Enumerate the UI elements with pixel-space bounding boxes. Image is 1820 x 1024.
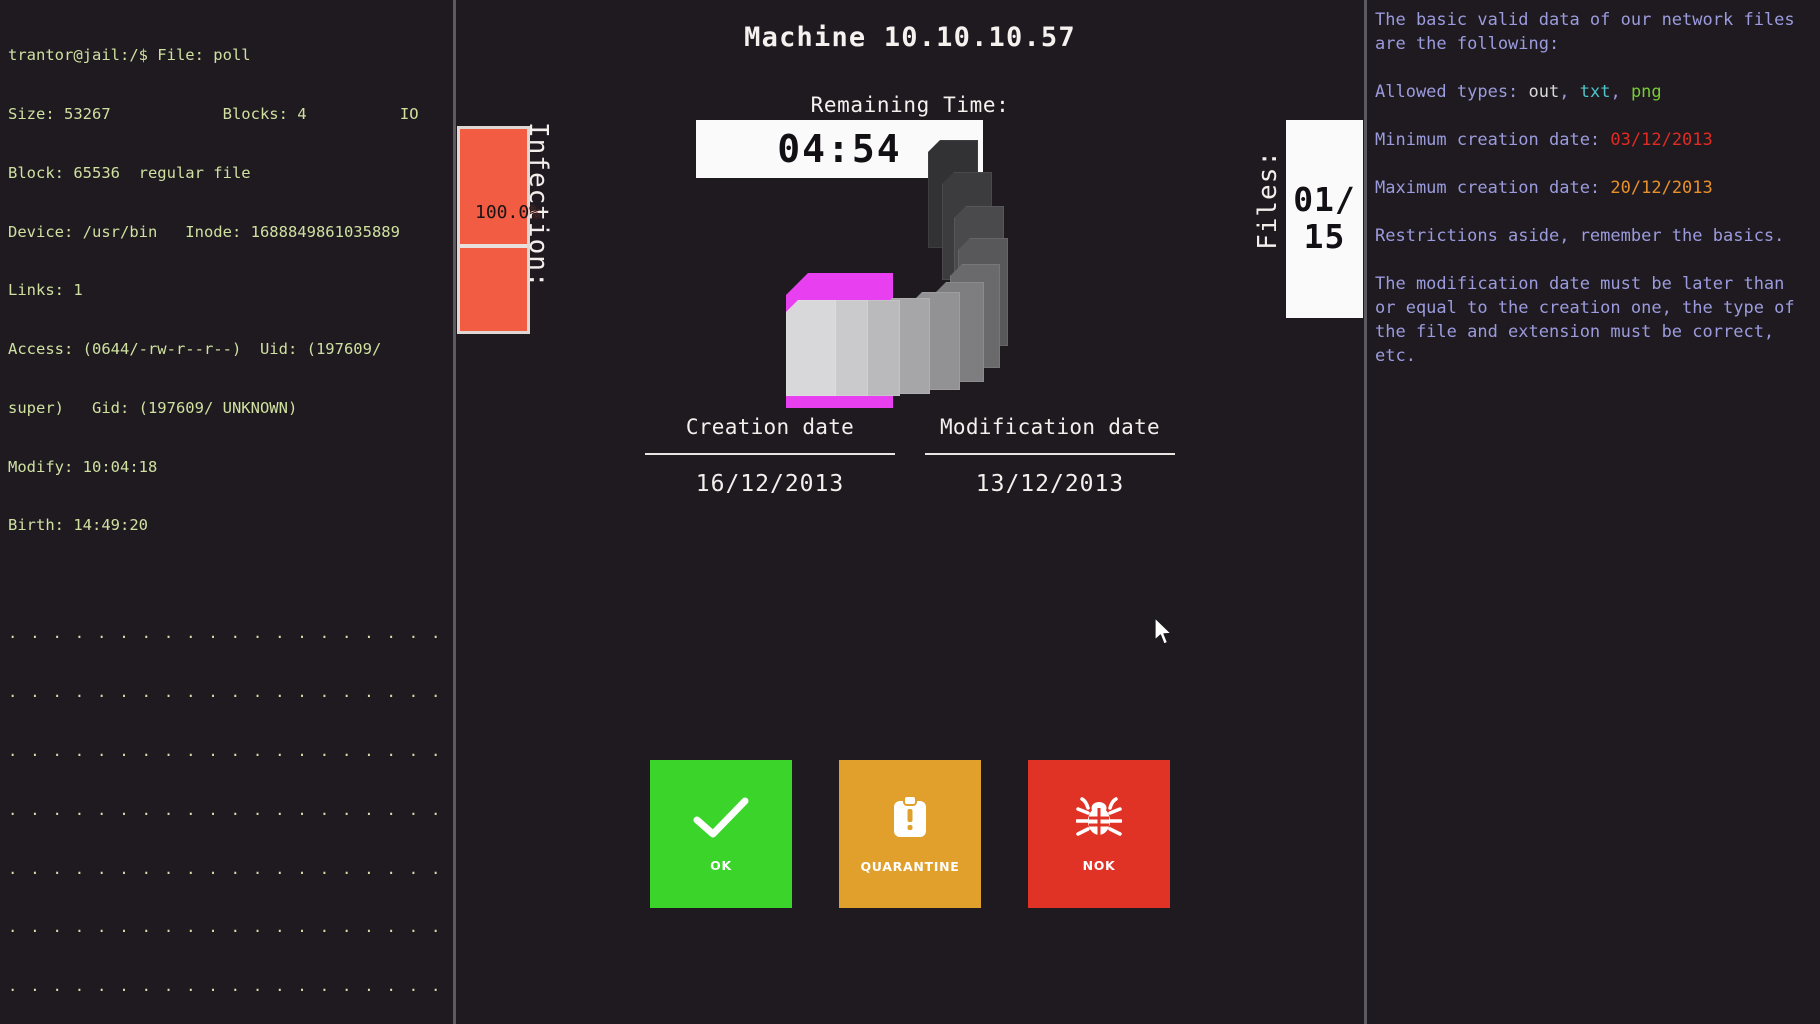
nok-button-label: NOK xyxy=(1083,858,1116,873)
terminal-dot-row: . . . . . . . . . . . . . . . . . . . . … xyxy=(8,977,445,997)
file-card-stack-item xyxy=(786,300,836,396)
creation-date-title: Creation date xyxy=(645,415,895,453)
terminal-dot-row: . . . . . . . . . . . . . . . . . . . . … xyxy=(8,683,445,703)
info-intro: The basic valid data of our network file… xyxy=(1375,8,1810,56)
terminal-dot-row: . . . . . . . . . . . . . . . . . . . . … xyxy=(8,742,445,762)
ok-button-label: OK xyxy=(710,858,732,873)
type-sep-2: , xyxy=(1610,82,1630,102)
quarantine-button-label: QUARANTINE xyxy=(860,859,959,874)
files-counter: Files: 01/ 15 xyxy=(1253,120,1365,340)
restrictions-note: Restrictions aside, remember the basics. xyxy=(1375,224,1810,248)
files-counter-label: Files: xyxy=(1253,150,1283,250)
terminal-line: Birth: 14:49:20 xyxy=(8,516,445,536)
allowed-types-line: Allowed types: out, txt, png xyxy=(1375,80,1810,104)
bug-icon xyxy=(1076,796,1122,844)
ok-button[interactable]: OK xyxy=(650,760,792,908)
terminal-line: Modify: 10:04:18 xyxy=(8,458,445,478)
rules-note: The modification date must be later than… xyxy=(1375,272,1810,368)
file-dates: Creation date 16/12/2013 Modification da… xyxy=(456,415,1364,497)
action-buttons: OK QUARANTINE xyxy=(456,760,1364,908)
terminal-line: Access: (0644/-rw-r--r--) Uid: (197609/ xyxy=(8,340,445,360)
page-title: Machine 10.10.10.57 xyxy=(456,22,1364,53)
files-counter-current: 01/ xyxy=(1293,182,1356,219)
infection-percent-label: 100.0% xyxy=(455,202,560,223)
terminal-line: Size: 53267 Blocks: 4 IO xyxy=(8,105,445,125)
terminal-line: Block: 65536 regular file xyxy=(8,164,445,184)
terminal-dot-row: . . . . . . . . . . . . . . . . . . . . … xyxy=(8,918,445,938)
min-creation-date-line: Minimum creation date: 03/12/2013 xyxy=(1375,128,1810,152)
terminal-line: trantor@jail:/$ File: poll xyxy=(8,46,445,66)
allowed-types-label: Allowed types: xyxy=(1375,82,1529,102)
modification-date-column: Modification date 13/12/2013 xyxy=(925,415,1175,497)
min-creation-date-label: Minimum creation date: xyxy=(1375,130,1610,150)
max-creation-date-line: Maximum creation date: 20/12/2013 xyxy=(1375,176,1810,200)
creation-date-column: Creation date 16/12/2013 xyxy=(645,415,895,497)
clipboard-alert-icon xyxy=(890,795,930,845)
files-counter-box: 01/ 15 xyxy=(1286,120,1363,318)
type-sep-1: , xyxy=(1559,82,1579,102)
terminal-line: Links: 1 xyxy=(8,281,445,301)
creation-date-value: 16/12/2013 xyxy=(645,471,895,497)
terminal-dot-row: . . . . . . . . . . . . . . . . . . . . … xyxy=(8,624,445,644)
terminal-line: Device: /usr/bin Inode: 1688849861035889 xyxy=(8,223,445,243)
modification-date-value: 13/12/2013 xyxy=(925,471,1175,497)
antivirus-triage-screen: trantor@jail:/$ File: poll Size: 53267 B… xyxy=(0,0,1820,1024)
max-creation-date-value: 20/12/2013 xyxy=(1610,178,1712,198)
terminal-dot-row: . . . . . . . . . . . . . . . . . . . . … xyxy=(8,801,445,821)
terminal-panel: trantor@jail:/$ File: poll Size: 53267 B… xyxy=(0,0,453,1024)
type-out: out xyxy=(1529,82,1560,102)
main-panel: Machine 10.10.10.57 Remaining Time: 04:5… xyxy=(456,0,1364,1024)
min-creation-date-value: 03/12/2013 xyxy=(1610,130,1712,150)
check-icon xyxy=(693,796,749,844)
nok-button[interactable]: NOK xyxy=(1028,760,1170,908)
terminal-line: super) Gid: (197609/ UNKNOWN) xyxy=(8,399,445,419)
type-png: png xyxy=(1631,82,1662,102)
quarantine-button[interactable]: QUARANTINE xyxy=(839,760,981,908)
files-counter-total: 15 xyxy=(1304,219,1346,256)
creation-date-rule xyxy=(645,453,895,455)
type-txt: txt xyxy=(1580,82,1611,102)
terminal-dot-row: . . . . . . . . . . . . . . . . . . . . … xyxy=(8,860,445,880)
max-creation-date-label: Maximum creation date: xyxy=(1375,178,1610,198)
info-panel: The basic valid data of our network file… xyxy=(1367,0,1820,1024)
modification-date-title: Modification date xyxy=(925,415,1175,453)
modification-date-rule xyxy=(925,453,1175,455)
file-card-stack: JPG xyxy=(456,60,1364,410)
